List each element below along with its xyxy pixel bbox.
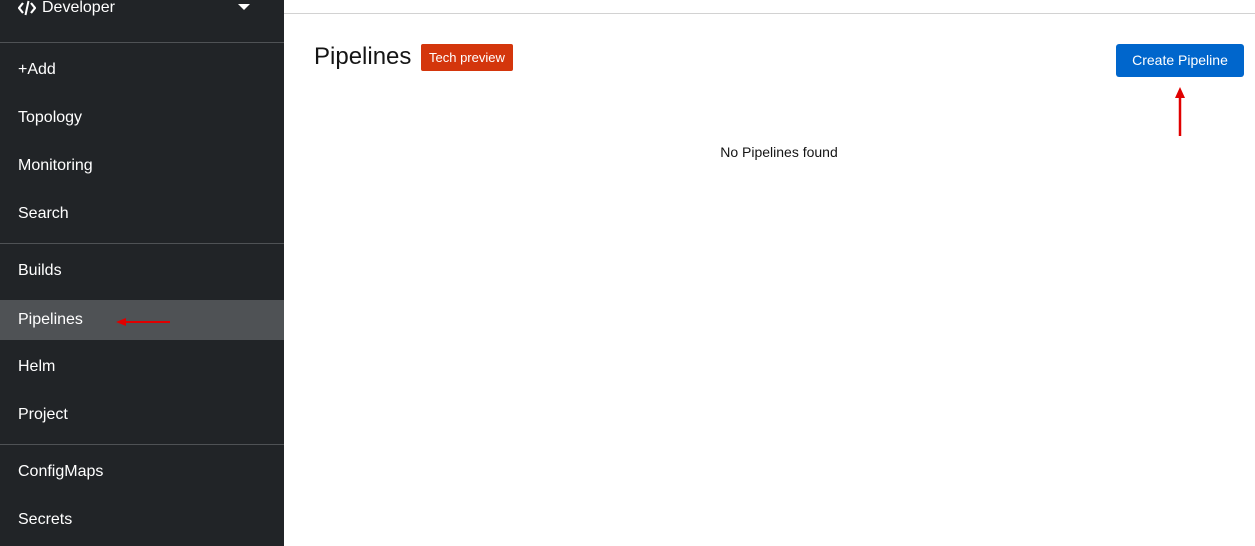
nav-item-label: Builds xyxy=(18,262,62,279)
nav-item-label: Project xyxy=(18,406,68,423)
annotation-arrow-up-icon xyxy=(1175,87,1185,136)
nav-item-label: ConfigMaps xyxy=(18,463,104,480)
nav-item-topology[interactable]: Topology xyxy=(0,98,284,138)
tech-preview-badge: Tech preview xyxy=(421,44,513,71)
nav-divider xyxy=(0,243,284,244)
perspective-label: Developer xyxy=(42,0,115,16)
nav-item-label: Helm xyxy=(18,358,56,375)
app-window: Developer +Add Topology Monitoring Searc… xyxy=(0,0,1255,546)
nav-item-secrets[interactable]: Secrets xyxy=(0,500,284,540)
page-title: Pipelines xyxy=(314,43,412,70)
nav-item-project[interactable]: Project xyxy=(0,395,284,435)
nav-item-search[interactable]: Search xyxy=(0,194,284,234)
nav-divider xyxy=(0,444,284,445)
nav-item-add[interactable]: +Add xyxy=(0,50,284,90)
sidebar: Developer +Add Topology Monitoring Searc… xyxy=(0,0,284,546)
nav-item-label: Pipelines xyxy=(18,311,83,328)
nav-item-configmaps[interactable]: ConfigMaps xyxy=(0,452,284,492)
nav-item-helm[interactable]: Helm xyxy=(0,347,284,387)
annotation-arrow-left-icon xyxy=(116,318,170,326)
breadcrumb-bar xyxy=(284,0,1255,14)
empty-state-message: No Pipelines found xyxy=(720,144,838,160)
nav-item-label: Monitoring xyxy=(18,157,93,174)
caret-down-icon xyxy=(238,4,250,10)
nav-item-label: Search xyxy=(18,205,69,222)
perspective-switcher[interactable]: Developer xyxy=(0,0,284,43)
nav-item-label: +Add xyxy=(18,61,56,78)
create-pipeline-button[interactable]: Create Pipeline xyxy=(1116,44,1244,77)
nav-item-label: Secrets xyxy=(18,511,73,528)
nav-item-label: Topology xyxy=(18,109,83,126)
code-icon xyxy=(18,0,36,16)
nav-item-monitoring[interactable]: Monitoring xyxy=(0,146,284,186)
nav-item-builds[interactable]: Builds xyxy=(0,251,284,291)
